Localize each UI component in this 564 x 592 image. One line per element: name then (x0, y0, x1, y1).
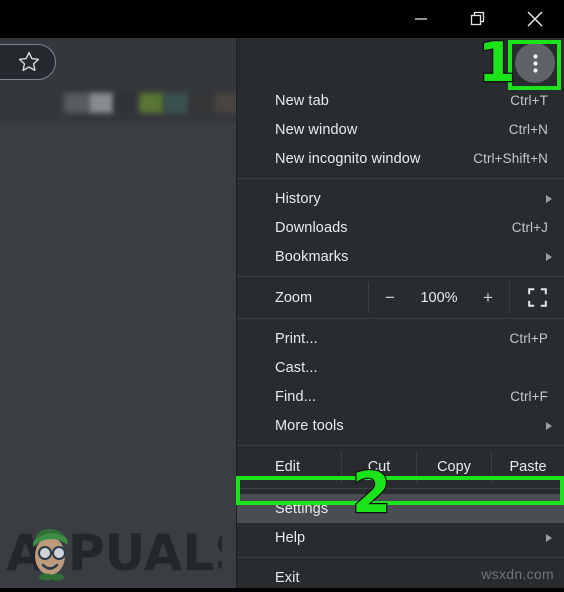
menu-item-label: History (275, 190, 321, 207)
menu-item-label: New incognito window (275, 150, 421, 167)
menu-separator (237, 445, 564, 446)
three-dots-vertical-icon (532, 53, 538, 73)
menu-item-label: Bookmarks (275, 248, 349, 265)
zoom-out-button[interactable]: − (369, 282, 411, 313)
menu-item-label: Help (275, 529, 306, 546)
edit-row: Edit Cut Copy Paste (237, 451, 564, 483)
chevron-right-icon (546, 252, 552, 261)
menu-item-label: Settings (275, 500, 329, 517)
menu-item-new-window[interactable]: New window Ctrl+N (237, 115, 564, 144)
menu-item-label: Downloads (275, 219, 348, 236)
menu-item-settings[interactable]: Settings (237, 494, 564, 523)
zoom-value: 100% (420, 289, 458, 306)
menu-item-more-tools[interactable]: More tools (237, 411, 564, 440)
menu-item-shortcut: Ctrl+J (511, 220, 548, 235)
menu-separator (237, 178, 564, 179)
menu-item-downloads[interactable]: Downloads Ctrl+J (237, 213, 564, 242)
menu-item-label: Print... (275, 330, 318, 347)
menu-separator (237, 557, 564, 558)
bookmark-item[interactable] (89, 93, 114, 113)
edit-label: Edit (275, 459, 300, 475)
minimize-button[interactable] (398, 0, 444, 38)
menu-item-shortcut: Ctrl+T (510, 93, 548, 108)
menu-item-history[interactable]: History (237, 184, 564, 213)
restore-icon (470, 11, 485, 26)
zoom-row: Zoom − 100% + (237, 282, 564, 313)
copy-button[interactable]: Copy (417, 451, 491, 483)
menu-item-label: Find... (275, 388, 316, 405)
close-button[interactable] (512, 0, 558, 38)
fullscreen-button[interactable] (510, 282, 564, 313)
chrome-menu-button[interactable] (515, 43, 555, 83)
star-icon (18, 51, 40, 72)
menu-separator (237, 276, 564, 277)
zoom-label: Zoom (275, 289, 313, 306)
bookmark-item[interactable] (139, 93, 164, 113)
menu-separator (237, 488, 564, 489)
minimize-icon (415, 18, 427, 20)
bookmark-item[interactable] (164, 93, 189, 113)
chevron-right-icon (546, 533, 552, 542)
menu-item-shortcut: Ctrl+F (510, 389, 548, 404)
close-icon (527, 11, 543, 27)
bookmark-star-button[interactable] (0, 44, 56, 80)
chrome-main-menu: New tab Ctrl+T New window Ctrl+N New inc… (236, 38, 564, 588)
menu-item-label: More tools (275, 417, 344, 434)
menu-item-label: Cast... (275, 359, 318, 376)
appuals-watermark-logo: A PUALS (6, 524, 222, 582)
menu-item-label: New tab (275, 92, 329, 109)
menu-separator (237, 318, 564, 319)
menu-item-find[interactable]: Find... Ctrl+F (237, 382, 564, 411)
menu-item-cast[interactable]: Cast... (237, 353, 564, 382)
menu-item-label: New window (275, 121, 358, 138)
fullscreen-icon (527, 288, 547, 307)
menu-item-new-incognito-window[interactable]: New incognito window Ctrl+Shift+N (237, 144, 564, 173)
menu-item-bookmarks[interactable]: Bookmarks (237, 242, 564, 271)
site-watermark: wsxdn.com (481, 566, 554, 582)
zoom-in-button[interactable]: + (467, 282, 509, 313)
chevron-right-icon (546, 421, 552, 430)
menu-item-shortcut: Ctrl+P (509, 331, 548, 346)
bookmark-item[interactable] (64, 93, 89, 113)
menu-item-shortcut: Ctrl+N (508, 122, 548, 137)
bookmark-item[interactable] (189, 93, 214, 113)
chevron-right-icon (546, 194, 552, 203)
appuals-wordmark-rest: PUALS (68, 524, 222, 582)
menu-item-shortcut: Ctrl+Shift+N (473, 151, 548, 166)
menu-item-print[interactable]: Print... Ctrl+P (237, 324, 564, 353)
step-2-number: 2 (351, 461, 392, 526)
paste-button[interactable]: Paste (492, 451, 564, 483)
bookmark-item[interactable] (114, 93, 139, 113)
menu-item-help[interactable]: Help (237, 523, 564, 552)
step-1-number: 1 (477, 31, 517, 94)
